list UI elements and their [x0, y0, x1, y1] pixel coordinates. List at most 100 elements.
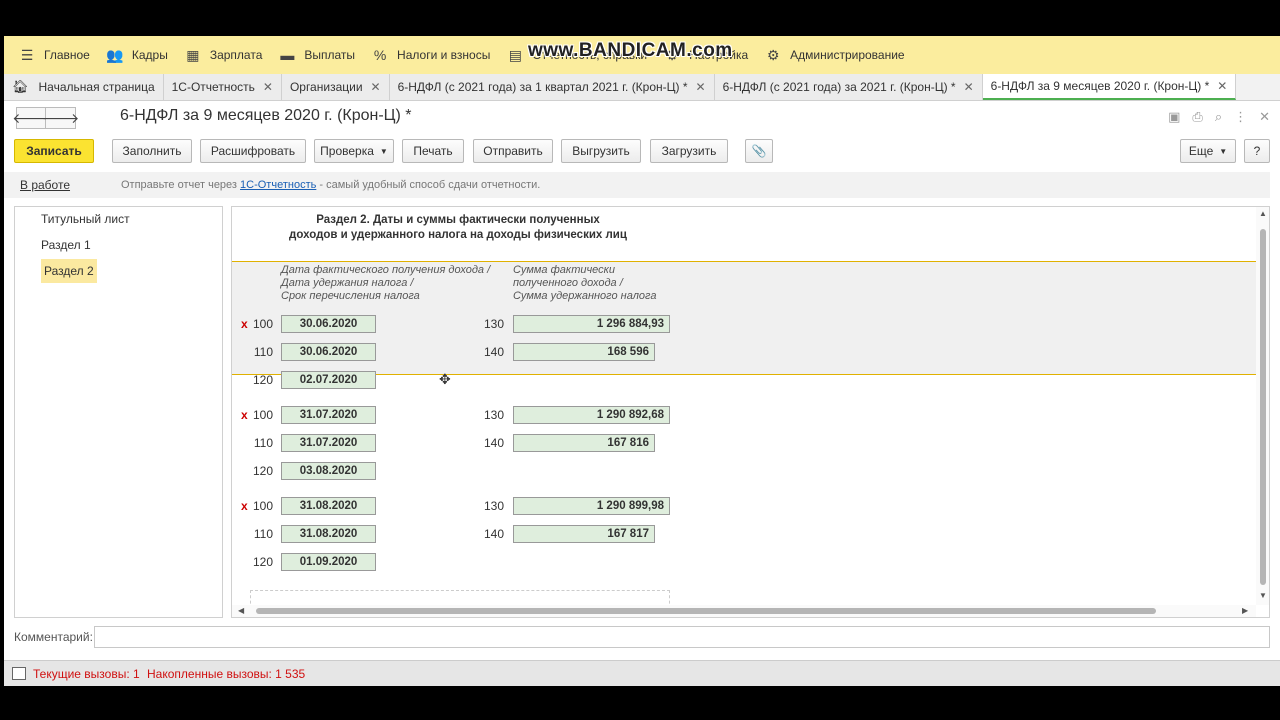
- menu-item-3[interactable]: ▬ Выплаты: [274, 36, 367, 74]
- decode-button[interactable]: Расшифровать: [200, 139, 306, 163]
- people-icon: 👥: [106, 46, 124, 63]
- close-icon[interactable]: ✕: [1259, 109, 1270, 125]
- menu-item-2[interactable]: ▦ Зарплата: [180, 36, 275, 74]
- vertical-scrollbar[interactable]: ▲ ▼: [1256, 207, 1269, 605]
- save-icon[interactable]: ▣: [1168, 109, 1180, 125]
- line-code-130: 130: [483, 317, 504, 331]
- income-amount-field[interactable]: 1 290 892,68: [513, 406, 670, 424]
- tab-1[interactable]: 1С-Отчетность ✕: [163, 74, 282, 100]
- tab-2[interactable]: Организации ✕: [281, 74, 390, 100]
- info-text-after: - самый удобный способ сдачи отчетности.: [316, 179, 541, 191]
- report-status-link[interactable]: В работе: [20, 178, 70, 192]
- scroll-up-icon[interactable]: ▲: [1259, 209, 1267, 218]
- income-date-field[interactable]: 31.08.2020: [281, 497, 376, 515]
- tab-4[interactable]: 6-НДФЛ (с 2021 года) за 2021 г. (Крон-Ц)…: [714, 74, 983, 100]
- transfer-deadline-field[interactable]: 01.09.2020: [281, 553, 376, 571]
- section-item-label: Раздел 2: [41, 259, 97, 283]
- sections-list: Титульный лист Раздел 1 Раздел 2: [14, 206, 223, 618]
- check-dropdown-button[interactable]: Проверка ▼: [314, 139, 394, 163]
- horizontal-scroll-thumb[interactable]: [256, 608, 1156, 614]
- info-text-before: Отправьте отчет через: [121, 179, 241, 191]
- section-title: Раздел 2. Даты и суммы фактически получе…: [278, 213, 638, 243]
- line-code-100: 100: [252, 408, 273, 422]
- sums-column-header: Сумма фактически полученного дохода / Су…: [513, 264, 656, 303]
- attach-button[interactable]: 📎: [745, 139, 773, 163]
- status-bar: Текущие вызовы: 1 Накопленные вызовы: 1 …: [4, 660, 1280, 686]
- calculator-icon: ▦: [186, 46, 200, 63]
- tab-bar: 🏠︎ Начальная страница 1С-Отчетность ✕ Органи…: [4, 74, 1280, 101]
- section-item-1[interactable]: Раздел 1: [15, 233, 222, 257]
- 1c-reporting-link[interactable]: 1С-Отчетность: [240, 179, 316, 191]
- withholding-date-field[interactable]: 31.07.2020: [281, 434, 376, 452]
- save-button[interactable]: Записать: [14, 139, 94, 163]
- horizontal-scrollbar[interactable]: ◀ ▶: [232, 605, 1256, 617]
- print-icon[interactable]: ⎙: [1192, 109, 1202, 125]
- tab-close-icon[interactable]: ✕: [964, 80, 974, 94]
- tab-label: Организации: [289, 80, 363, 94]
- line-code-110: 110: [253, 345, 273, 359]
- withholding-date-field[interactable]: 31.08.2020: [281, 525, 376, 543]
- send-button[interactable]: Отправить: [473, 139, 553, 163]
- income-amount-field[interactable]: 1 296 884,93: [513, 315, 670, 333]
- section-item-2[interactable]: Раздел 2: [15, 259, 222, 283]
- tab-close-icon[interactable]: ✕: [263, 80, 273, 94]
- income-date-field[interactable]: 31.07.2020: [281, 406, 376, 424]
- comment-input[interactable]: [94, 626, 1270, 648]
- info-bar: В работе Отправьте отчет через 1С-Отчетн…: [4, 172, 1270, 198]
- monitor-icon[interactable]: [12, 667, 26, 680]
- print-button[interactable]: Печать: [402, 139, 464, 163]
- vertical-scroll-thumb[interactable]: [1260, 229, 1266, 585]
- menu-item-0[interactable]: ☰ Главное: [14, 36, 102, 74]
- section-item-label: Раздел 1: [41, 238, 91, 252]
- preview-icon[interactable]: ⌕: [1215, 109, 1222, 125]
- import-button[interactable]: Загрузить: [650, 139, 728, 163]
- scroll-down-icon[interactable]: ▼: [1259, 591, 1267, 600]
- line-code-100: 100: [252, 499, 273, 513]
- transfer-deadline-field[interactable]: 02.07.2020: [281, 371, 376, 389]
- menu-item-label: Зарплата: [209, 48, 263, 62]
- income-amount-field[interactable]: 1 290 899,98: [513, 497, 670, 515]
- scroll-left-icon[interactable]: ◀: [238, 606, 244, 615]
- percent-icon: %: [373, 47, 387, 63]
- more-icon[interactable]: ⋮: [1234, 109, 1247, 125]
- forward-button[interactable]: 🡒: [42, 107, 79, 129]
- section-item-0[interactable]: Титульный лист: [15, 207, 222, 231]
- menu-item-1[interactable]: 👥 Кадры: [102, 36, 180, 74]
- tab-3[interactable]: 6-НДФЛ (с 2021 года) за 1 квартал 2021 г…: [389, 74, 715, 100]
- tab-close-icon[interactable]: ✕: [1217, 79, 1227, 93]
- hamburger-icon: ☰: [20, 46, 34, 63]
- tax-amount-field[interactable]: 167 816: [513, 434, 655, 452]
- menu-item-label: Главное: [44, 48, 90, 62]
- income-date-field[interactable]: 30.06.2020: [281, 315, 376, 333]
- gear-icon: ⚙: [766, 46, 780, 63]
- line-code-120: 120: [252, 555, 273, 569]
- dates-header-line: Дата удержания налога /: [281, 277, 414, 289]
- tax-amount-field[interactable]: 167 817: [513, 525, 655, 543]
- home-icon: 🏠︎: [12, 79, 29, 94]
- withholding-date-field[interactable]: 30.06.2020: [281, 343, 376, 361]
- help-button[interactable]: ?: [1244, 139, 1270, 163]
- line-code-130: 130: [483, 408, 504, 422]
- navigation-buttons: 🡐 🡒: [12, 107, 79, 129]
- line-code-120: 120: [252, 464, 273, 478]
- line-code-140: 140: [483, 436, 504, 450]
- menu-item-4[interactable]: % Налоги и взносы: [367, 36, 502, 74]
- scroll-right-icon[interactable]: ▶: [1242, 606, 1248, 615]
- tab-label: 6-НДФЛ (с 2021 года) за 1 квартал 2021 г…: [397, 80, 688, 94]
- line-code-140: 140: [483, 345, 504, 359]
- export-button[interactable]: Выгрузить: [561, 139, 641, 163]
- tab-close-icon[interactable]: ✕: [371, 80, 381, 94]
- tab-close-icon[interactable]: ✕: [696, 80, 706, 94]
- tab-5[interactable]: 6-НДФЛ за 9 месяцев 2020 г. (Крон-Ц) * ✕: [982, 74, 1237, 100]
- bandicam-watermark: www.BANDICAM.com: [528, 40, 733, 61]
- move-cursor-icon: ✥: [439, 371, 451, 387]
- tax-amount-field[interactable]: 168 596: [513, 343, 655, 361]
- line-code-130: 130: [483, 499, 504, 513]
- more-dropdown-button[interactable]: Еще ▼: [1180, 139, 1236, 163]
- tab-0[interactable]: 🏠︎ Начальная страница: [4, 74, 164, 100]
- report-icon: ▤: [508, 46, 522, 63]
- transfer-deadline-field[interactable]: 03.08.2020: [281, 462, 376, 480]
- menu-item-7[interactable]: ⚙ Администрирование: [760, 36, 916, 74]
- menu-item-label: Кадры: [131, 48, 168, 62]
- fill-button[interactable]: Заполнить: [112, 139, 192, 163]
